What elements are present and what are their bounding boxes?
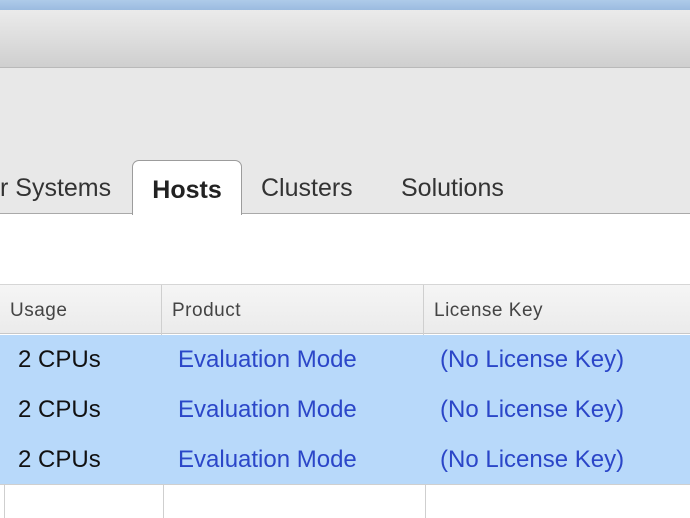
column-header-usage[interactable]: Usage [0, 285, 162, 335]
tab-solutions[interactable]: Solutions [401, 168, 504, 208]
table-row-empty [0, 484, 690, 518]
usage-cell: 2 CPUs [18, 396, 101, 423]
tab-hosts[interactable]: Hosts [132, 160, 242, 215]
license-key-link[interactable]: (No License Key) [426, 435, 624, 485]
title-bar [0, 10, 690, 68]
column-divider [425, 484, 426, 518]
product-link[interactable]: Evaluation Mode [164, 335, 357, 385]
license-key-link[interactable]: (No License Key) [426, 385, 624, 435]
column-header-product[interactable]: Product [162, 285, 424, 335]
column-divider [4, 484, 5, 518]
table-row[interactable]: 2 CPUs Evaluation Mode (No License Key) [0, 435, 690, 485]
licensing-window: r Systems Hosts Clusters Solutions Usage… [0, 0, 690, 518]
row-divider [0, 484, 690, 485]
usage-cell: 2 CPUs [18, 446, 101, 473]
usage-cell: 2 CPUs [18, 346, 101, 373]
column-divider [163, 484, 164, 518]
window-top-strip [0, 0, 690, 10]
tab-virtual-machine-systems[interactable]: r Systems [0, 168, 111, 208]
table-row[interactable]: 2 CPUs Evaluation Mode (No License Key) [0, 335, 690, 385]
column-header-license-key[interactable]: License Key [424, 285, 690, 335]
license-key-link[interactable]: (No License Key) [426, 335, 624, 385]
product-link[interactable]: Evaluation Mode [164, 435, 357, 485]
product-link[interactable]: Evaluation Mode [164, 385, 357, 435]
table-row[interactable]: 2 CPUs Evaluation Mode (No License Key) [0, 385, 690, 435]
tab-clusters[interactable]: Clusters [261, 168, 353, 208]
grid-header: Usage Product License Key [0, 284, 690, 335]
